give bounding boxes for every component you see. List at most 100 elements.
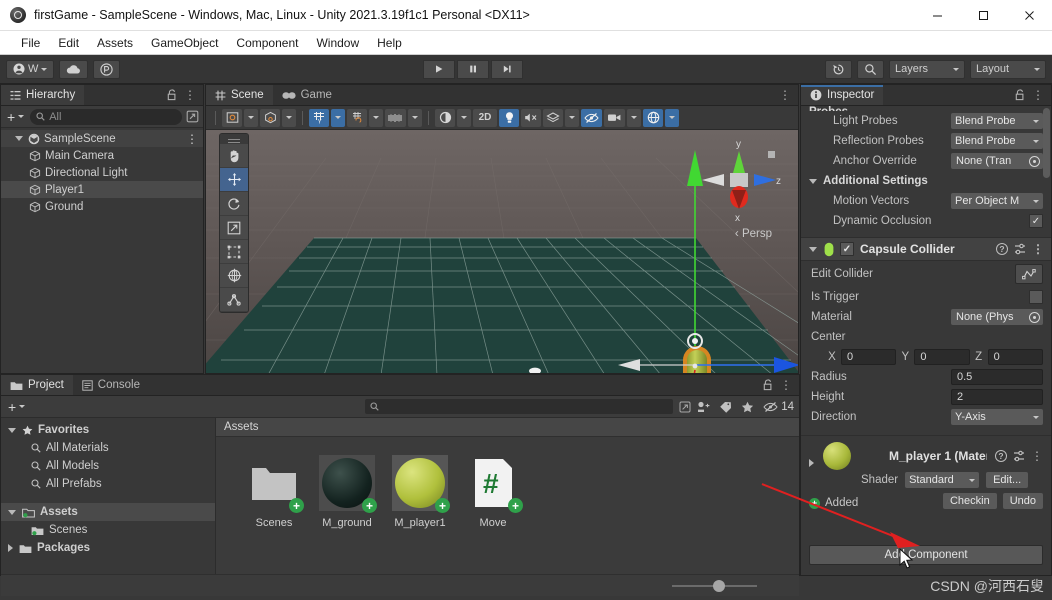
scale-tool[interactable]: [220, 216, 248, 240]
layout-dropdown[interactable]: Layout: [970, 59, 1047, 79]
add-gameobject-button[interactable]: +: [5, 109, 26, 125]
is-trigger-checkbox[interactable]: [1029, 290, 1043, 304]
menu-assets[interactable]: Assets: [88, 33, 142, 53]
grid-axis-button[interactable]: Y: [309, 108, 329, 127]
tab-console[interactable]: Console: [73, 375, 149, 395]
expand-search-icon[interactable]: [186, 110, 199, 123]
inspector-scrollbar[interactable]: [1043, 108, 1050, 178]
scene-lighting-button[interactable]: [435, 108, 455, 127]
anchor-override-field[interactable]: None (Tran: [951, 153, 1043, 169]
step-button[interactable]: [490, 59, 523, 79]
lock-icon[interactable]: [763, 379, 773, 391]
collab-button[interactable]: [93, 59, 121, 79]
menu-component[interactable]: Component: [227, 33, 307, 53]
draw-mode-caret[interactable]: [244, 108, 258, 127]
custom-tool[interactable]: [220, 288, 248, 312]
favorite-star-icon[interactable]: [741, 401, 754, 413]
motion-vectors-dropdown[interactable]: Per Object M: [951, 193, 1043, 209]
cloud-button[interactable]: [59, 59, 89, 79]
checkin-button[interactable]: Checkin: [942, 493, 997, 509]
collider-material-field[interactable]: None (Phys: [951, 309, 1043, 325]
minimize-button[interactable]: [914, 0, 960, 31]
move-tool[interactable]: [220, 168, 248, 192]
search-icon[interactable]: [857, 59, 885, 79]
transform-tool[interactable]: [220, 264, 248, 288]
pause-button[interactable]: [456, 59, 489, 79]
menu-edit[interactable]: Edit: [49, 33, 88, 53]
kebab-icon[interactable]: ⋮: [1032, 243, 1044, 255]
ruler-caret[interactable]: [408, 108, 422, 127]
capsule-collider-header[interactable]: ✓ Capsule Collider ? ⋮: [801, 237, 1051, 261]
menu-file[interactable]: File: [12, 33, 49, 53]
undo-button[interactable]: Undo: [1002, 493, 1043, 509]
project-tree-all-models[interactable]: All Models: [1, 457, 215, 475]
triangle-down-icon[interactable]: [809, 246, 817, 252]
asset-zoom-slider[interactable]: [672, 579, 757, 592]
preset-icon[interactable]: [1014, 243, 1026, 255]
project-tree-all-prefabs[interactable]: All Prefabs: [1, 475, 215, 493]
kebab-icon[interactable]: ⋮: [1032, 89, 1044, 101]
type-filter-icon[interactable]: [719, 401, 732, 413]
camera-button[interactable]: [604, 108, 625, 127]
additional-settings-header[interactable]: Additional Settings: [801, 171, 1051, 191]
project-tree-packages[interactable]: Packages: [1, 539, 215, 557]
draw-mode-button[interactable]: [222, 108, 242, 127]
triangle-right-icon[interactable]: [809, 459, 814, 467]
asset-item-scenes[interactable]: + Scenes: [244, 455, 304, 529]
object-picker-icon[interactable]: [1029, 155, 1040, 167]
project-search-input[interactable]: [365, 399, 674, 414]
shader-edit-button[interactable]: Edit...: [986, 472, 1029, 488]
kebab-icon[interactable]: ⋮: [1031, 450, 1043, 462]
capsule-collider-enabled-checkbox[interactable]: ✓: [840, 242, 854, 256]
snap-caret[interactable]: [369, 108, 383, 127]
triangle-down-icon[interactable]: [8, 509, 16, 515]
height-input[interactable]: 2: [951, 389, 1043, 405]
mode-2d-button[interactable]: 2D: [473, 108, 497, 127]
hierarchy-item-player1[interactable]: Player1: [1, 181, 203, 198]
rotate-tool[interactable]: [220, 192, 248, 216]
kebab-icon[interactable]: ⋮: [184, 89, 196, 101]
reflection-probes-dropdown[interactable]: Blend Probe: [951, 133, 1043, 149]
center-z-input[interactable]: 0: [987, 349, 1043, 365]
snap-increment-button[interactable]: [347, 108, 367, 127]
tab-scene[interactable]: Scene: [206, 85, 273, 105]
hierarchy-item-main-camera[interactable]: Main Camera: [1, 147, 203, 164]
center-y-input[interactable]: 0: [914, 349, 970, 365]
hierarchy-item-ground[interactable]: Ground: [1, 198, 203, 215]
menu-gameobject[interactable]: GameObject: [142, 33, 227, 53]
hidden-assets-count[interactable]: 14: [763, 401, 794, 413]
lighting-caret[interactable]: [457, 108, 471, 127]
gizmos-button[interactable]: [643, 108, 663, 127]
visibility-off-button[interactable]: [581, 108, 602, 127]
tab-inspector[interactable]: Inspector: [801, 85, 884, 105]
lock-icon[interactable]: [1015, 89, 1025, 101]
ruler-button[interactable]: [385, 108, 406, 127]
light-probes-dropdown[interactable]: Blend Probe: [951, 113, 1043, 129]
undo-history-icon[interactable]: [825, 59, 853, 79]
scene-viewport[interactable]: y z x ‹ Persp: [206, 130, 798, 373]
project-tree-scenes[interactable]: Scenes: [1, 521, 215, 539]
render-mode-caret[interactable]: [282, 108, 296, 127]
triangle-down-icon[interactable]: [8, 427, 16, 433]
audio-mute-button[interactable]: [521, 108, 541, 127]
dynamic-occlusion-checkbox[interactable]: ✓: [1029, 214, 1043, 228]
radius-input[interactable]: 0.5: [951, 369, 1043, 385]
grid-axis-caret[interactable]: [331, 108, 345, 127]
shader-dropdown[interactable]: Standard: [905, 472, 980, 488]
menu-help[interactable]: Help: [368, 33, 411, 53]
help-icon[interactable]: ?: [995, 450, 1007, 462]
preset-icon[interactable]: [1013, 450, 1025, 462]
light-bulb-button[interactable]: [499, 108, 519, 127]
asset-item-m-ground[interactable]: + M_ground: [317, 455, 377, 529]
menu-window[interactable]: Window: [307, 33, 368, 53]
hand-tool[interactable]: [220, 144, 248, 168]
hierarchy-item-samplescene[interactable]: SampleScene ⋮: [1, 130, 203, 147]
close-button[interactable]: [1006, 0, 1052, 31]
project-tree-assets[interactable]: Assets: [1, 503, 215, 521]
tab-game[interactable]: Game: [273, 85, 341, 105]
effects-button[interactable]: [543, 108, 563, 127]
kebab-icon[interactable]: ⋮: [779, 89, 791, 101]
project-tree-all-materials[interactable]: All Materials: [1, 439, 215, 457]
play-button[interactable]: [422, 59, 455, 79]
asset-item-move[interactable]: # + Move: [463, 455, 523, 529]
